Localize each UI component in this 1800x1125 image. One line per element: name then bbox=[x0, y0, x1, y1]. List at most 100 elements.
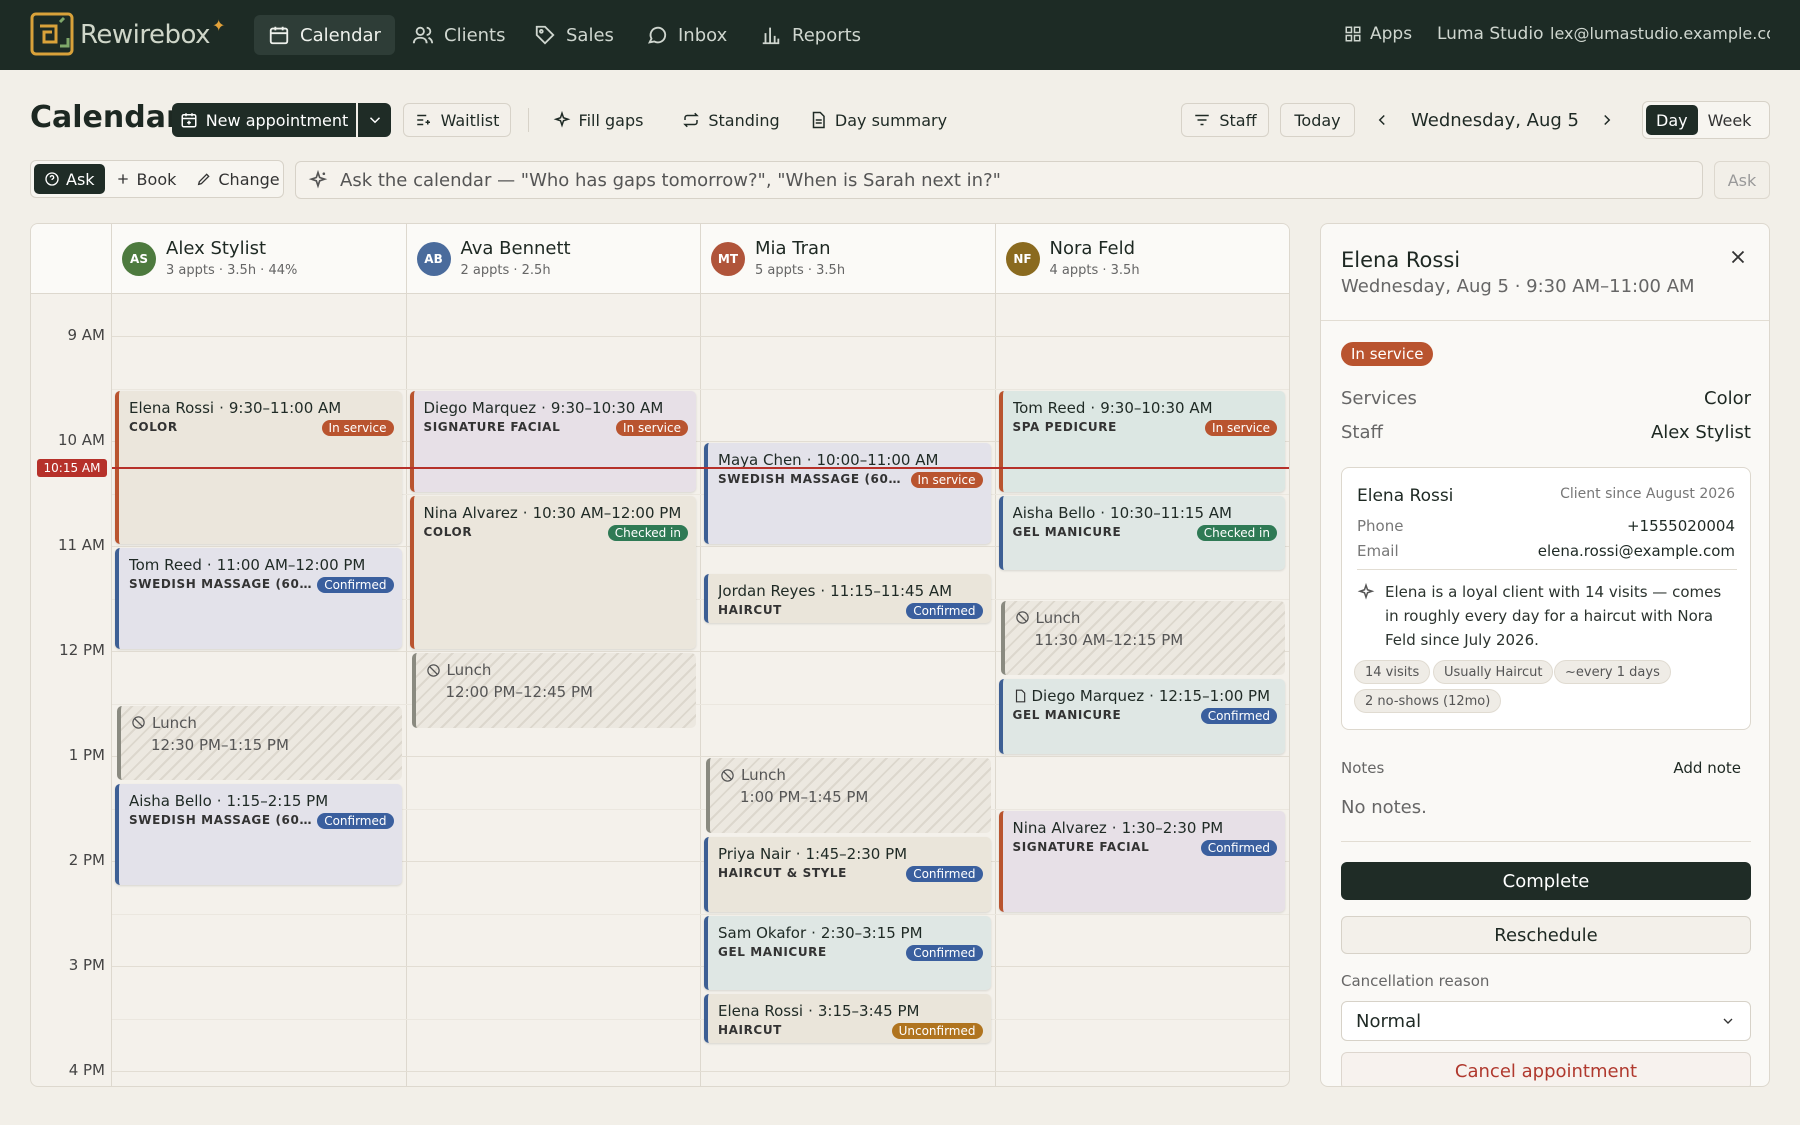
appointment-block[interactable]: Tom Reed · 9:30–10:30 AM SPA PEDICURE In ser… bbox=[998, 390, 1285, 492]
ask-mode-change[interactable]: Change bbox=[186, 164, 289, 194]
nav-inbox[interactable]: Inbox bbox=[632, 15, 741, 55]
appointment-block[interactable]: Nina Alvarez · 1:30–2:30 PM SIGNATURE FACIA… bbox=[998, 810, 1285, 912]
close-icon[interactable] bbox=[1727, 246, 1749, 268]
nav-inbox-label: Inbox bbox=[678, 24, 728, 46]
appointment-service: HAIRCUT & STYLE bbox=[718, 865, 847, 880]
client-card-header: Elena Rossi Client since August 2026 bbox=[1357, 486, 1735, 506]
sparkle-icon: ✦ bbox=[212, 16, 226, 35]
status-badge: Confirmed bbox=[906, 603, 983, 620]
appointment-service: SIGNATURE FACIAL bbox=[1012, 839, 1150, 854]
appointment-block[interactable]: Tom Reed · 11:00 AM–12:00 PM SWEDISH MASSAG… bbox=[115, 548, 402, 649]
client-card: Elena Rossi Client since August 2026 Pho… bbox=[1341, 467, 1751, 730]
appointment-block[interactable]: Nina Alvarez · 10:30 AM–12:00 PM COLOR Check… bbox=[409, 495, 696, 649]
list-add-icon bbox=[416, 114, 430, 126]
staff-column-header[interactable]: AS Alex Stylist 3 appts · 3.5h · 44% bbox=[112, 224, 407, 294]
client-card-name[interactable]: Elena Rossi bbox=[1357, 486, 1453, 506]
appointment-block[interactable]: Priya Nair · 1:45–2:30 PM HAIRCUT & STYLE Co… bbox=[704, 836, 991, 912]
standing-button[interactable]: Standing bbox=[676, 103, 786, 137]
studio-switcher[interactable]: Luma Studio bbox=[1437, 24, 1543, 44]
phone-row: Phone +1555020004 bbox=[1357, 517, 1735, 535]
hour-line bbox=[112, 336, 1289, 337]
services-value: Color bbox=[1704, 388, 1751, 409]
ask-input[interactable]: Ask the calendar — "Who has gaps tomorro… bbox=[295, 161, 1703, 199]
account-menu[interactable]: lex@lumastudio.example.com bbox=[1550, 24, 1770, 43]
nav-clients-label: Clients bbox=[444, 24, 506, 46]
apps-menu[interactable]: Apps bbox=[1344, 24, 1412, 44]
toolbar-divider bbox=[528, 108, 529, 132]
separator-dot: · bbox=[541, 398, 546, 417]
appointment-block[interactable]: Aisha Bello · 1:15–2:15 PM SWEDISH MASSAGE … bbox=[115, 784, 402, 886]
ask-mode-ask[interactable]: Ask bbox=[34, 164, 105, 194]
appointment-block[interactable]: Jordan Reyes · 11:15–11:45 AM HAIRCUT Confir… bbox=[704, 574, 991, 623]
status-badge: In service bbox=[321, 419, 394, 436]
hour-line bbox=[112, 1071, 1289, 1072]
appointment-block[interactable]: Aisha Bello · 10:30–11:15 AM GEL MANICURE Ch… bbox=[998, 495, 1285, 571]
fill-gaps-button[interactable]: Fill gaps bbox=[548, 103, 648, 137]
view-day-tab[interactable]: Day bbox=[1646, 105, 1698, 135]
cancel-appointment-button[interactable]: Cancel appointment bbox=[1341, 1052, 1751, 1086]
current-time-line bbox=[112, 467, 1289, 470]
appointment-service: COLOR bbox=[129, 419, 178, 434]
hour-label: 12 PM bbox=[59, 641, 105, 659]
cancel-reason-select[interactable]: Normal bbox=[1341, 1001, 1751, 1041]
staff-column-header[interactable]: MT Mia Tran 5 appts · 3.5h bbox=[701, 224, 996, 294]
app-logo[interactable] bbox=[30, 12, 74, 56]
staff-filter-button[interactable]: Staff bbox=[1181, 103, 1269, 137]
lunch-block[interactable]: Lunch 12:30 PM–1:15 PM bbox=[117, 705, 402, 781]
phone-value[interactable]: +1555020004 bbox=[1627, 517, 1735, 535]
new-appointment-button[interactable]: New appointment bbox=[172, 103, 356, 137]
appointment-time: 9:30–10:30 AM bbox=[550, 398, 664, 417]
nav-sales[interactable]: Sales bbox=[520, 15, 628, 55]
add-note-button[interactable]: Add note bbox=[1673, 759, 1751, 777]
lunch-block[interactable]: Lunch 12:00 PM–12:45 PM bbox=[411, 653, 696, 728]
day-summary-button[interactable]: Day summary bbox=[808, 103, 948, 137]
ask-submit-button[interactable]: Ask bbox=[1714, 161, 1770, 199]
appointment-block[interactable]: Diego Marquez · 9:30–10:30 AM SIGNATURE FAC… bbox=[409, 390, 696, 492]
appointment-title: Sam Okafor · 2:30–3:15 PM bbox=[718, 924, 983, 942]
appointment-title: Tom Reed · 9:30–10:30 AM bbox=[1013, 399, 1278, 417]
panel-divider bbox=[1321, 320, 1769, 321]
ask-mode-book[interactable]: Book bbox=[105, 164, 187, 194]
nav-reports[interactable]: Reports bbox=[746, 15, 875, 55]
block-icon bbox=[721, 768, 734, 782]
waitlist-button[interactable]: Waitlist bbox=[403, 103, 511, 137]
new-appointment-dropdown[interactable] bbox=[358, 103, 391, 137]
next-day-button[interactable] bbox=[1595, 103, 1619, 137]
appointment-service: GEL MANICURE bbox=[1012, 708, 1122, 723]
tag-icon bbox=[535, 25, 555, 45]
appointment-block[interactable]: Diego Marquez · 12:15–1:00 PM GEL MANICURE C… bbox=[998, 679, 1285, 754]
appointment-block[interactable]: Elena Rossi · 3:15–3:45 PM HAIRCUT Unconfirm… bbox=[704, 994, 991, 1043]
appointment-client: Elena Rossi bbox=[718, 1002, 804, 1021]
appointment-title: Tom Reed · 11:00 AM–12:00 PM bbox=[129, 556, 394, 574]
lunch-title: Lunch bbox=[720, 766, 981, 784]
ask-mode-ask-label: Ask bbox=[66, 169, 95, 189]
complete-button[interactable]: Complete bbox=[1341, 862, 1751, 900]
lunch-block[interactable]: Lunch 1:00 PM–1:45 PM bbox=[706, 758, 991, 833]
appointment-block[interactable]: Sam Okafor · 2:30–3:15 PM GEL MANICURE Confi… bbox=[704, 915, 991, 991]
appointment-block[interactable]: Maya Chen · 10:00–11:00 AM SWEDISH MASSAGE … bbox=[704, 443, 991, 544]
chip-usual-service: Usually Haircut bbox=[1433, 660, 1554, 684]
appointment-time: 10:30–11:15 AM bbox=[1110, 503, 1232, 522]
half-hour-line bbox=[112, 1018, 1289, 1020]
half-hour-line bbox=[112, 388, 1289, 390]
lunch-title: Lunch bbox=[1015, 609, 1276, 627]
staff-column-header[interactable]: AB Ava Bennett 2 appts · 2.5h bbox=[406, 224, 701, 294]
reschedule-button[interactable]: Reschedule bbox=[1341, 916, 1751, 954]
day-summary-label: Day summary bbox=[834, 110, 948, 130]
today-button[interactable]: Today bbox=[1280, 103, 1355, 137]
nav-calendar[interactable]: Calendar bbox=[254, 15, 395, 55]
staff-name: Mia Tran bbox=[755, 238, 831, 259]
email-label: Email bbox=[1357, 542, 1399, 560]
lunch-block[interactable]: Lunch 11:30 AM–12:15 PM bbox=[1000, 600, 1285, 676]
email-value[interactable]: elena.rossi@example.com bbox=[1538, 542, 1735, 560]
staff-column-header[interactable]: NF Nora Feld 4 appts · 3.5h bbox=[995, 224, 1289, 294]
prev-day-button[interactable] bbox=[1370, 103, 1394, 137]
view-week-tab[interactable]: Week bbox=[1698, 105, 1762, 135]
document-icon bbox=[1015, 689, 1025, 703]
block-icon bbox=[426, 663, 440, 677]
staff-name: Alex Stylist bbox=[166, 238, 267, 259]
studio-name: Luma Studio bbox=[1437, 24, 1544, 44]
appointment-time: 11:15–11:45 AM bbox=[830, 582, 953, 601]
nav-clients[interactable]: Clients bbox=[398, 15, 520, 55]
lunch-label: Lunch bbox=[1035, 608, 1081, 627]
